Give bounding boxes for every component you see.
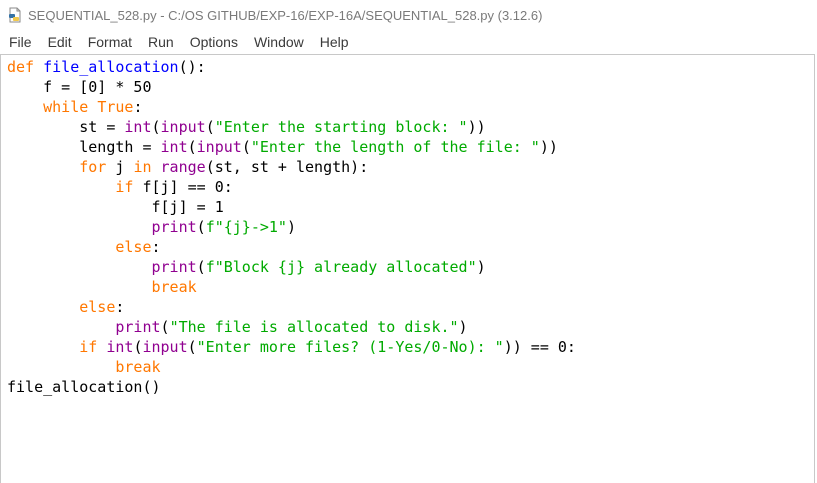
definition-token: file_allocation: [43, 58, 179, 76]
builtin-token: int: [106, 338, 134, 356]
code-line: if int(input("Enter more files? (1-Yes/0…: [7, 337, 576, 357]
code-token: ():: [178, 58, 206, 76]
code-line: for j in range(st, st + length):: [7, 157, 576, 177]
code-token: (: [196, 258, 206, 276]
builtin-token: input: [142, 338, 188, 356]
keyword-token: else: [79, 298, 116, 316]
code-token: :: [133, 98, 143, 116]
string-token: "Enter more files? (1-Yes/0-No): ": [196, 338, 504, 356]
builtin-token: int: [160, 138, 188, 156]
code-token: j: [106, 158, 134, 176]
code-line: if f[j] == 0:: [7, 177, 576, 197]
string-token: f"{j}->1": [205, 218, 287, 236]
keyword-token: def: [7, 58, 35, 76]
window-title: SEQUENTIAL_528.py - C:/OS GITHUB/EXP-16/…: [28, 7, 543, 23]
code-token: ): [458, 318, 468, 336]
keyword-token: break: [115, 358, 161, 376]
string-token: "Enter the starting block: ": [214, 118, 468, 136]
menu-bar: File Edit Format Run Options Window Help: [0, 30, 817, 54]
code-line: break: [7, 277, 576, 297]
code-line: f[j] = 1: [7, 197, 576, 217]
keyword-token: True: [97, 98, 134, 116]
code-token: f = [0] * 50: [7, 78, 152, 96]
code-line: else:: [7, 297, 576, 317]
code-token: (: [187, 338, 197, 356]
code-token: st =: [7, 118, 125, 136]
code-line: while True:: [7, 97, 576, 117]
builtin-token: print: [151, 218, 197, 236]
menu-run[interactable]: Run: [140, 34, 182, 50]
code-line: print(f"{j}->1"): [7, 217, 576, 237]
keyword-token: while: [43, 98, 89, 116]
string-token: "Enter the length of the file: ": [250, 138, 540, 156]
menu-help[interactable]: Help: [312, 34, 357, 50]
code-token: (: [151, 118, 161, 136]
builtin-token: print: [115, 318, 161, 336]
code-token: :: [115, 298, 125, 316]
code-token: f[j] = 1: [7, 198, 224, 216]
builtin-token: input: [160, 118, 206, 136]
code-line: print("The file is allocated to disk."): [7, 317, 576, 337]
python-file-icon: [9, 7, 21, 23]
code-token: (: [160, 318, 170, 336]
code-token: (st, st + length):: [205, 158, 369, 176]
code-line: length = int(input("Enter the length of …: [7, 137, 576, 157]
code-token: (: [241, 138, 251, 156]
code-line: else:: [7, 237, 576, 257]
keyword-token: if: [115, 178, 134, 196]
string-token: f"Block {j} already allocated": [205, 258, 477, 276]
code-token: )): [467, 118, 486, 136]
builtin-token: range: [160, 158, 206, 176]
code-line: print(f"Block {j} already allocated"): [7, 257, 576, 277]
menu-window[interactable]: Window: [246, 34, 312, 50]
code-token: )): [539, 138, 558, 156]
code-line: file_allocation(): [7, 377, 576, 397]
builtin-token: input: [196, 138, 242, 156]
code-token: ): [476, 258, 486, 276]
code-line: st = int(input("Enter the starting block…: [7, 117, 576, 137]
menu-edit[interactable]: Edit: [40, 34, 80, 50]
builtin-token: int: [124, 118, 152, 136]
code-token: (: [187, 138, 197, 156]
code-token: ): [286, 218, 296, 236]
menu-options[interactable]: Options: [182, 34, 246, 50]
keyword-token: break: [151, 278, 197, 296]
code-token: (: [196, 218, 206, 236]
code-line: f = [0] * 50: [7, 77, 576, 97]
keyword-token: else: [115, 238, 152, 256]
menu-file[interactable]: File: [0, 34, 40, 50]
string-token: "The file is allocated to disk.": [169, 318, 459, 336]
code-token: length =: [7, 138, 161, 156]
code-token: )) == 0:: [503, 338, 576, 356]
keyword-token: if: [79, 338, 98, 356]
code-token: f[j] == 0:: [133, 178, 233, 196]
code-editor[interactable]: def file_allocation(): f = [0] * 50 whil…: [0, 54, 815, 483]
menu-format[interactable]: Format: [80, 34, 140, 50]
code-token: (: [205, 118, 215, 136]
code-token: :: [151, 238, 161, 256]
code-line: def file_allocation():: [7, 57, 576, 77]
code-text[interactable]: def file_allocation(): f = [0] * 50 whil…: [7, 57, 576, 397]
title-bar: SEQUENTIAL_528.py - C:/OS GITHUB/EXP-16/…: [0, 0, 817, 30]
builtin-token: print: [151, 258, 197, 276]
keyword-token: in: [133, 158, 152, 176]
code-token: file_allocation(): [7, 378, 161, 396]
keyword-token: for: [79, 158, 107, 176]
code-line: break: [7, 357, 576, 377]
